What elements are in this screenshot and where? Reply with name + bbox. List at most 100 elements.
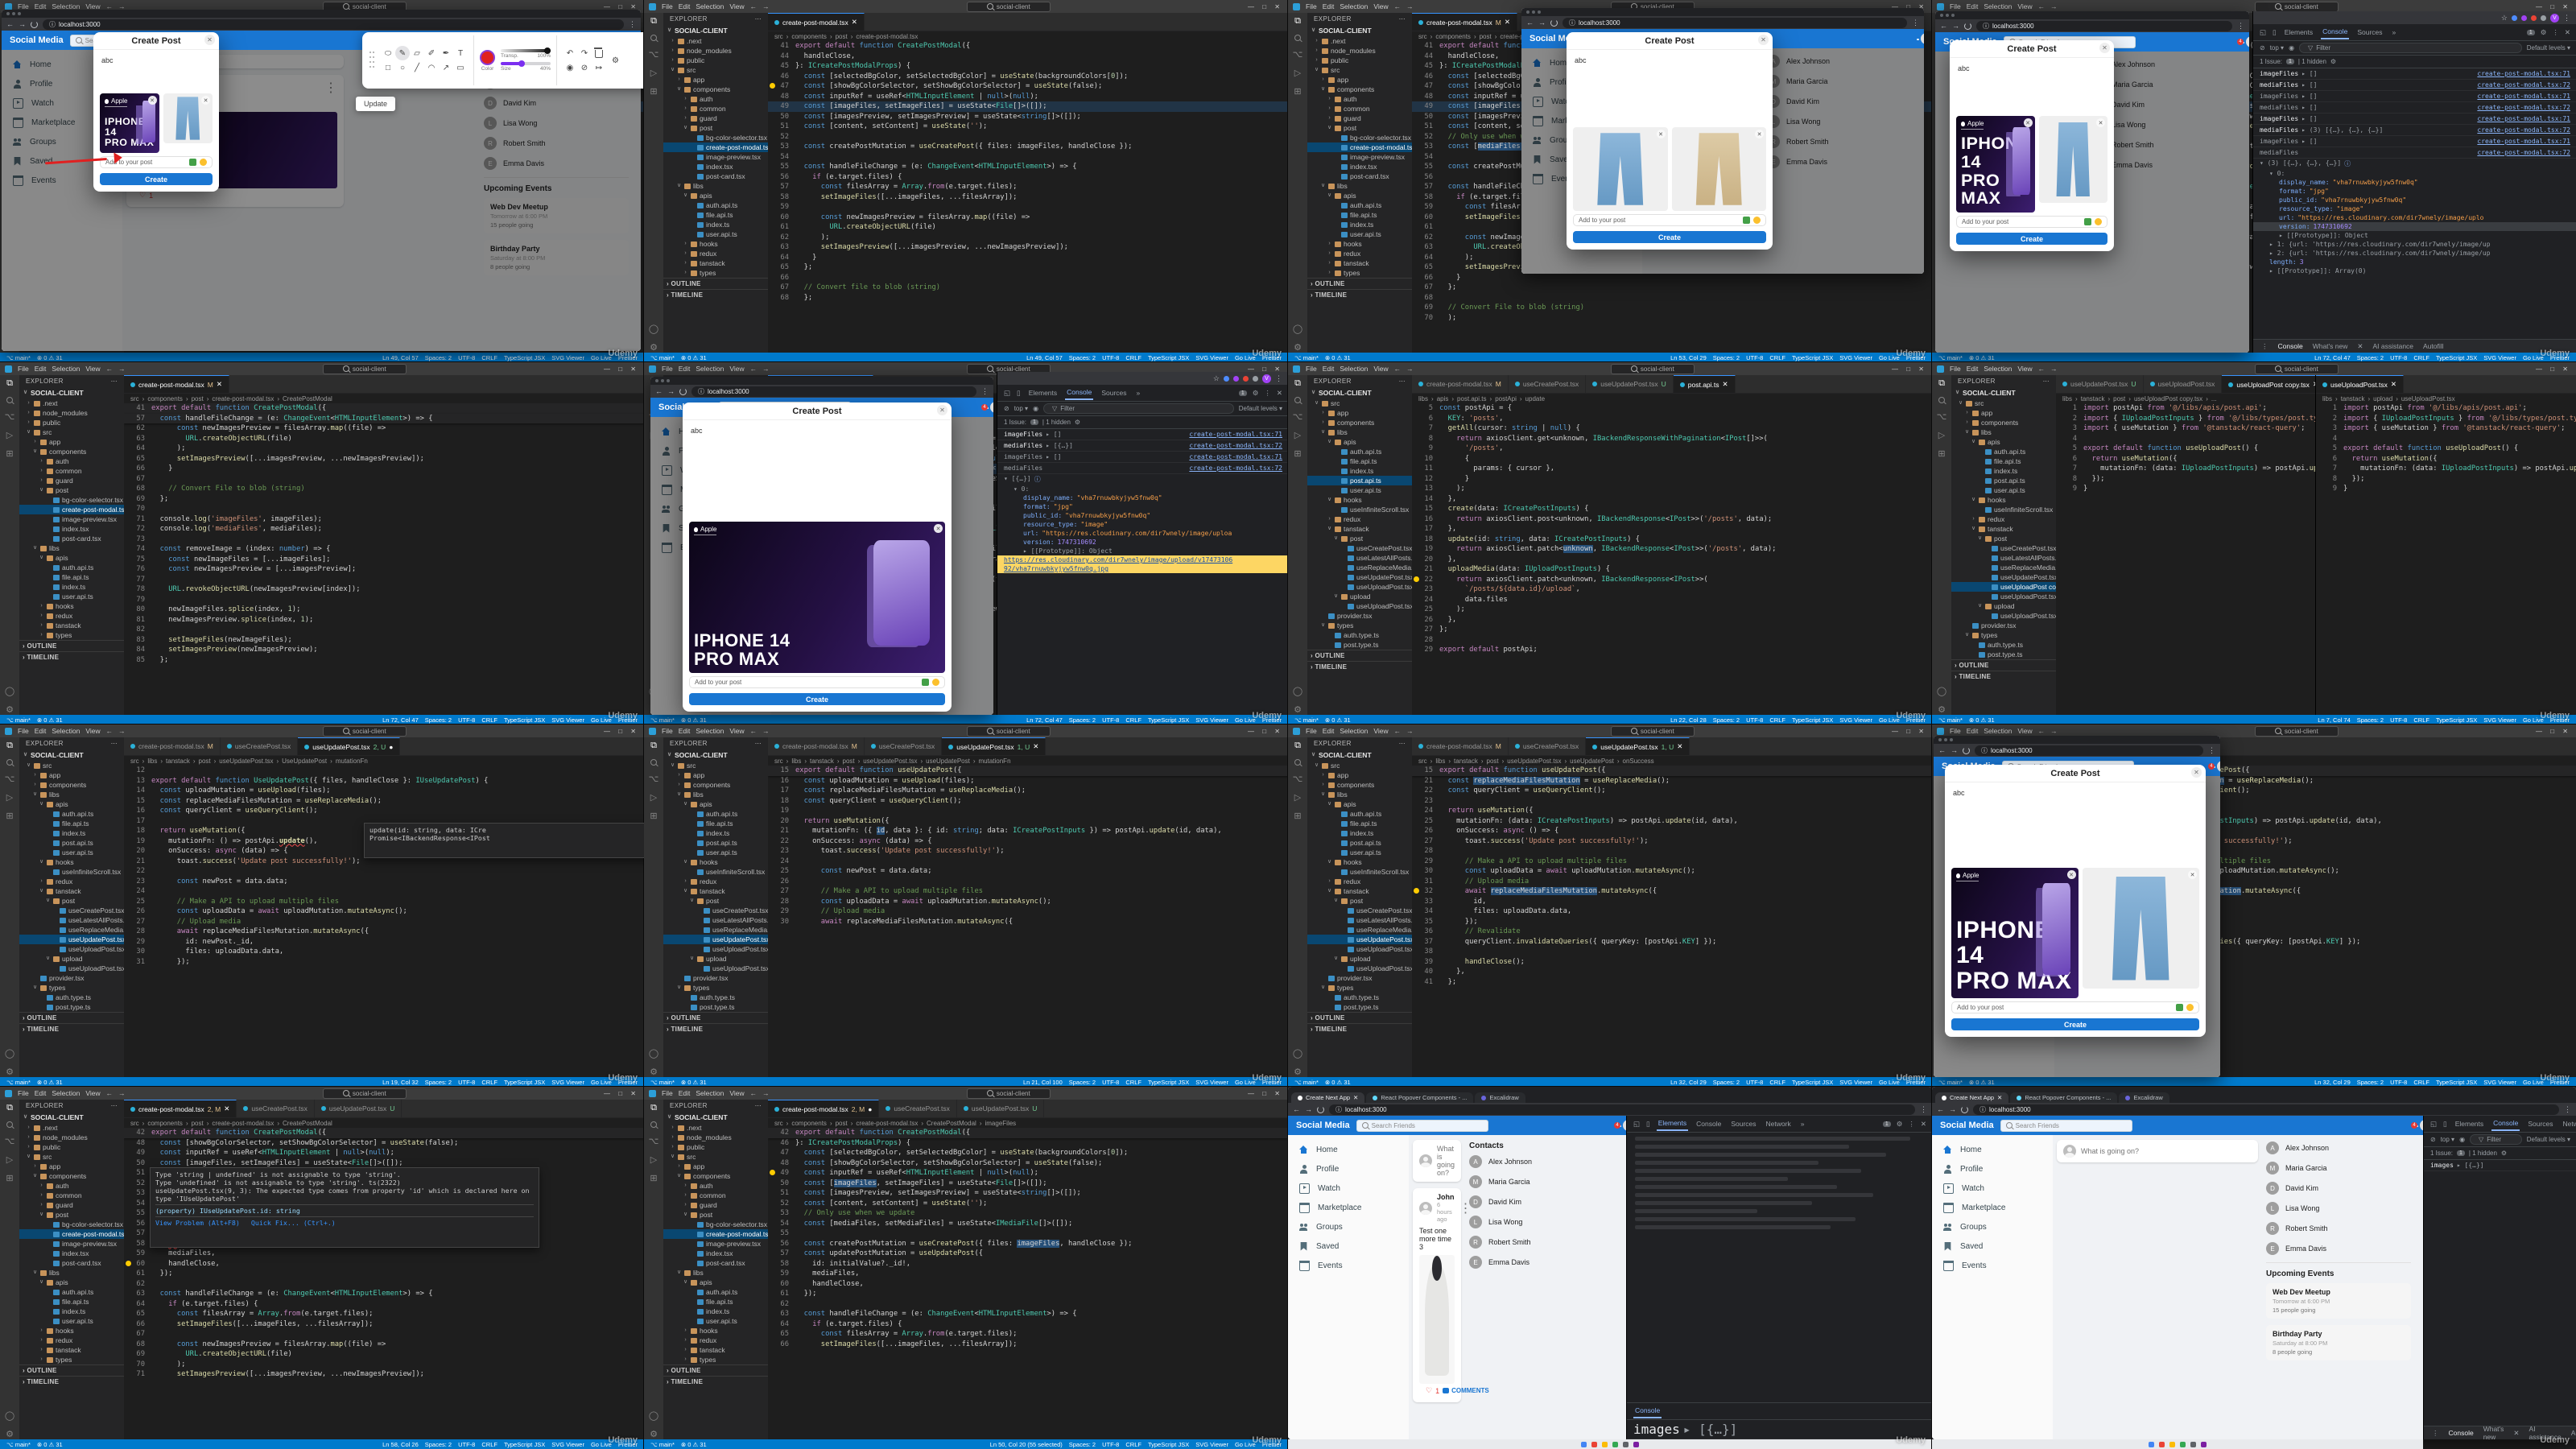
user-avatar[interactable]: U [1921, 33, 1924, 44]
status-item[interactable]: Go Live [2523, 1079, 2544, 1086]
cursor-position[interactable]: Ln 7, Col 74 [2318, 716, 2350, 724]
window-title-search[interactable]: social-client [323, 726, 407, 737]
tree-item[interactable]: auth.type.ts [1307, 630, 1412, 640]
back-icon[interactable]: ← [1293, 1105, 1300, 1113]
breadcrumb-item[interactable]: CreatePostModal [283, 395, 332, 402]
window-controls[interactable]: — □ ✕ [604, 728, 639, 735]
section-timeline[interactable]: › TIMELINE [663, 289, 768, 300]
console-row[interactable]: imageFiles▸ []create-post-modal.tsx:71 [2253, 91, 2576, 102]
window-title-search[interactable]: social-client [1611, 364, 1695, 374]
files-icon[interactable]: ⧉ [6, 378, 13, 389]
problems-indicator[interactable]: ⊗ 0 ⚠ 31 [1325, 1079, 1351, 1086]
tree-item[interactable]: ∨libs [1951, 427, 2056, 437]
site-info-icon[interactable]: ⓘ [698, 387, 704, 396]
tree-item[interactable]: ∨libs [1307, 427, 1412, 437]
status-item[interactable]: CRLF [481, 716, 497, 724]
tree-item[interactable]: ∨src [1951, 398, 2056, 408]
run-debug-icon[interactable]: ▷ [1938, 430, 1945, 440]
breadcrumb-item[interactable]: ... [2211, 395, 2217, 402]
breadcrumb-item[interactable]: upload [2373, 395, 2392, 402]
contact-row[interactable]: LLisa Wong [1469, 1216, 1614, 1228]
cursor-position[interactable]: Ln 22, Col 28 [1670, 716, 1707, 724]
sidebar-item-marketplace[interactable]: Marketplace [1288, 1198, 1409, 1217]
cursor-position[interactable]: Ln 21, Col 100 [1023, 1079, 1063, 1086]
tree-item[interactable]: ›.next [663, 1123, 768, 1133]
transparency-slider[interactable] [501, 49, 551, 52]
tree-item[interactable]: ∨libs [663, 181, 768, 191]
forward-icon[interactable]: → [1305, 1105, 1312, 1113]
tree-item[interactable]: ∨components [19, 1171, 124, 1181]
tree-item[interactable]: ›node_modules [663, 1133, 768, 1142]
settings-gear-icon[interactable]: ⚙ [612, 56, 619, 65]
drag-handle[interactable] [369, 50, 375, 71]
git-branch-indicator[interactable]: ⌥ main* [1294, 1079, 1319, 1086]
breadcrumb-item[interactable]: tanstack [1454, 758, 1478, 765]
settings-gear-icon[interactable]: ⚙ [1075, 419, 1080, 426]
tree-item[interactable]: ›guard [19, 476, 124, 485]
history-back-icon[interactable]: ← [106, 1089, 114, 1097]
breadcrumb-item[interactable]: create-post-modal.tsx [212, 1120, 274, 1127]
eye-icon[interactable]: ◉ [2289, 44, 2294, 52]
history-back-icon[interactable]: ← [2038, 727, 2046, 735]
tab-useUpdatePost-tsx[interactable]: useUpdatePost.tsxU [315, 1100, 402, 1117]
menu-file[interactable]: File [1950, 2, 1961, 10]
browser-menu-icon[interactable]: ⋮ [981, 387, 989, 396]
tree-item[interactable]: auth.api.ts [1307, 809, 1412, 819]
back-icon[interactable]: ← [1937, 1105, 1944, 1113]
breadcrumb-item[interactable]: create-post-modal.tsx [212, 395, 274, 402]
tree-item[interactable]: image-preview.tsx [19, 514, 124, 524]
tab-create-post-modal-tsx[interactable]: create-post-modal.tsxM [1412, 375, 1509, 393]
slider-knob[interactable] [518, 60, 525, 67]
tree-item[interactable]: ›types [663, 1355, 768, 1364]
menu-edit[interactable]: Edit [679, 365, 691, 373]
git-branch-indicator[interactable]: ⌥ main* [6, 354, 31, 361]
tree-item[interactable]: ∨hooks [19, 857, 124, 867]
status-item[interactable]: Go Live [1879, 1079, 1900, 1086]
tree-item[interactable]: ›redux [19, 1335, 124, 1345]
object-tree-line[interactable]: length:3 [2253, 258, 2576, 266]
status-item[interactable]: CRLF [481, 1441, 497, 1448]
tree-item[interactable]: bg-color-selector.tsx [19, 495, 124, 505]
status-item[interactable]: TypeScript JSX [1792, 716, 1833, 724]
tree-item[interactable]: bg-color-selector.tsx [1307, 133, 1412, 142]
breadcrumb-item[interactable]: post [199, 758, 211, 765]
eraser-tool-icon[interactable]: ▱ [410, 46, 424, 60]
context-selector[interactable]: top ▾ [2441, 1136, 2454, 1143]
tree-item[interactable]: useReplaceMedia.tsx [19, 925, 124, 935]
composer-card[interactable]: What is going on? [2057, 1140, 2258, 1162]
taskbar-app-icon[interactable] [1612, 1442, 1618, 1447]
cursor-position[interactable]: Ln 50, Col 20 (55 selected) [990, 1441, 1063, 1448]
git-branch-indicator[interactable]: ⌥ main* [1938, 716, 1963, 724]
status-item[interactable]: SVG Viewer [551, 354, 584, 361]
exit-icon[interactable]: ↦ [592, 60, 606, 75]
tree-item[interactable]: useLatestAllPosts.tsx [1951, 553, 2056, 563]
tree-item[interactable]: ∨components [1307, 85, 1412, 94]
sidebar-item-profile[interactable]: Profile [1932, 1159, 2053, 1179]
tree-item[interactable]: bg-color-selector.tsx [663, 133, 768, 142]
status-item[interactable]: CRLF [2413, 1079, 2429, 1086]
explorer-root[interactable]: ∨SOCIAL-CLIENT [663, 1112, 768, 1123]
menu-edit[interactable]: Edit [1323, 2, 1335, 10]
tree-item[interactable]: ›types [19, 630, 124, 640]
tree-item[interactable]: bg-color-selector.tsx [663, 1220, 768, 1229]
status-item[interactable]: UTF-8 [2390, 716, 2407, 724]
object-tree-line[interactable]: ▸ 1: {url: 'https://res.cloudinary.com/d… [2253, 240, 2576, 249]
section-outline[interactable]: › OUTLINE [663, 278, 768, 289]
breadcrumb-item[interactable]: tanstack [2081, 395, 2105, 402]
status-item[interactable]: CRLF [481, 354, 497, 361]
footer-tab-console[interactable]: Console [2278, 342, 2303, 350]
history-forward-icon[interactable]: → [2050, 365, 2058, 373]
tree-item[interactable]: post-card.tsx [663, 171, 768, 181]
object-tree-line[interactable]: url:"https://res.cloudinary.com/dir7wnel… [2253, 213, 2576, 222]
create-button[interactable]: Create [689, 693, 945, 705]
tree-item[interactable]: file.api.ts [1307, 456, 1412, 466]
tree-item[interactable]: index.tsx [663, 162, 768, 171]
remove-image-icon[interactable]: ✕ [201, 96, 210, 105]
tree-item[interactable]: ›.next [1307, 36, 1412, 46]
add-image-icon[interactable] [2084, 218, 2091, 225]
status-item[interactable]: TypeScript JSX [504, 1079, 545, 1086]
window-controls[interactable]: — □ ✕ [1892, 365, 1927, 373]
tab-useCreatePost-tsx[interactable]: useCreatePost.tsx [865, 737, 942, 755]
status-item[interactable]: UTF-8 [458, 354, 475, 361]
history-forward-icon[interactable]: → [1406, 2, 1414, 10]
